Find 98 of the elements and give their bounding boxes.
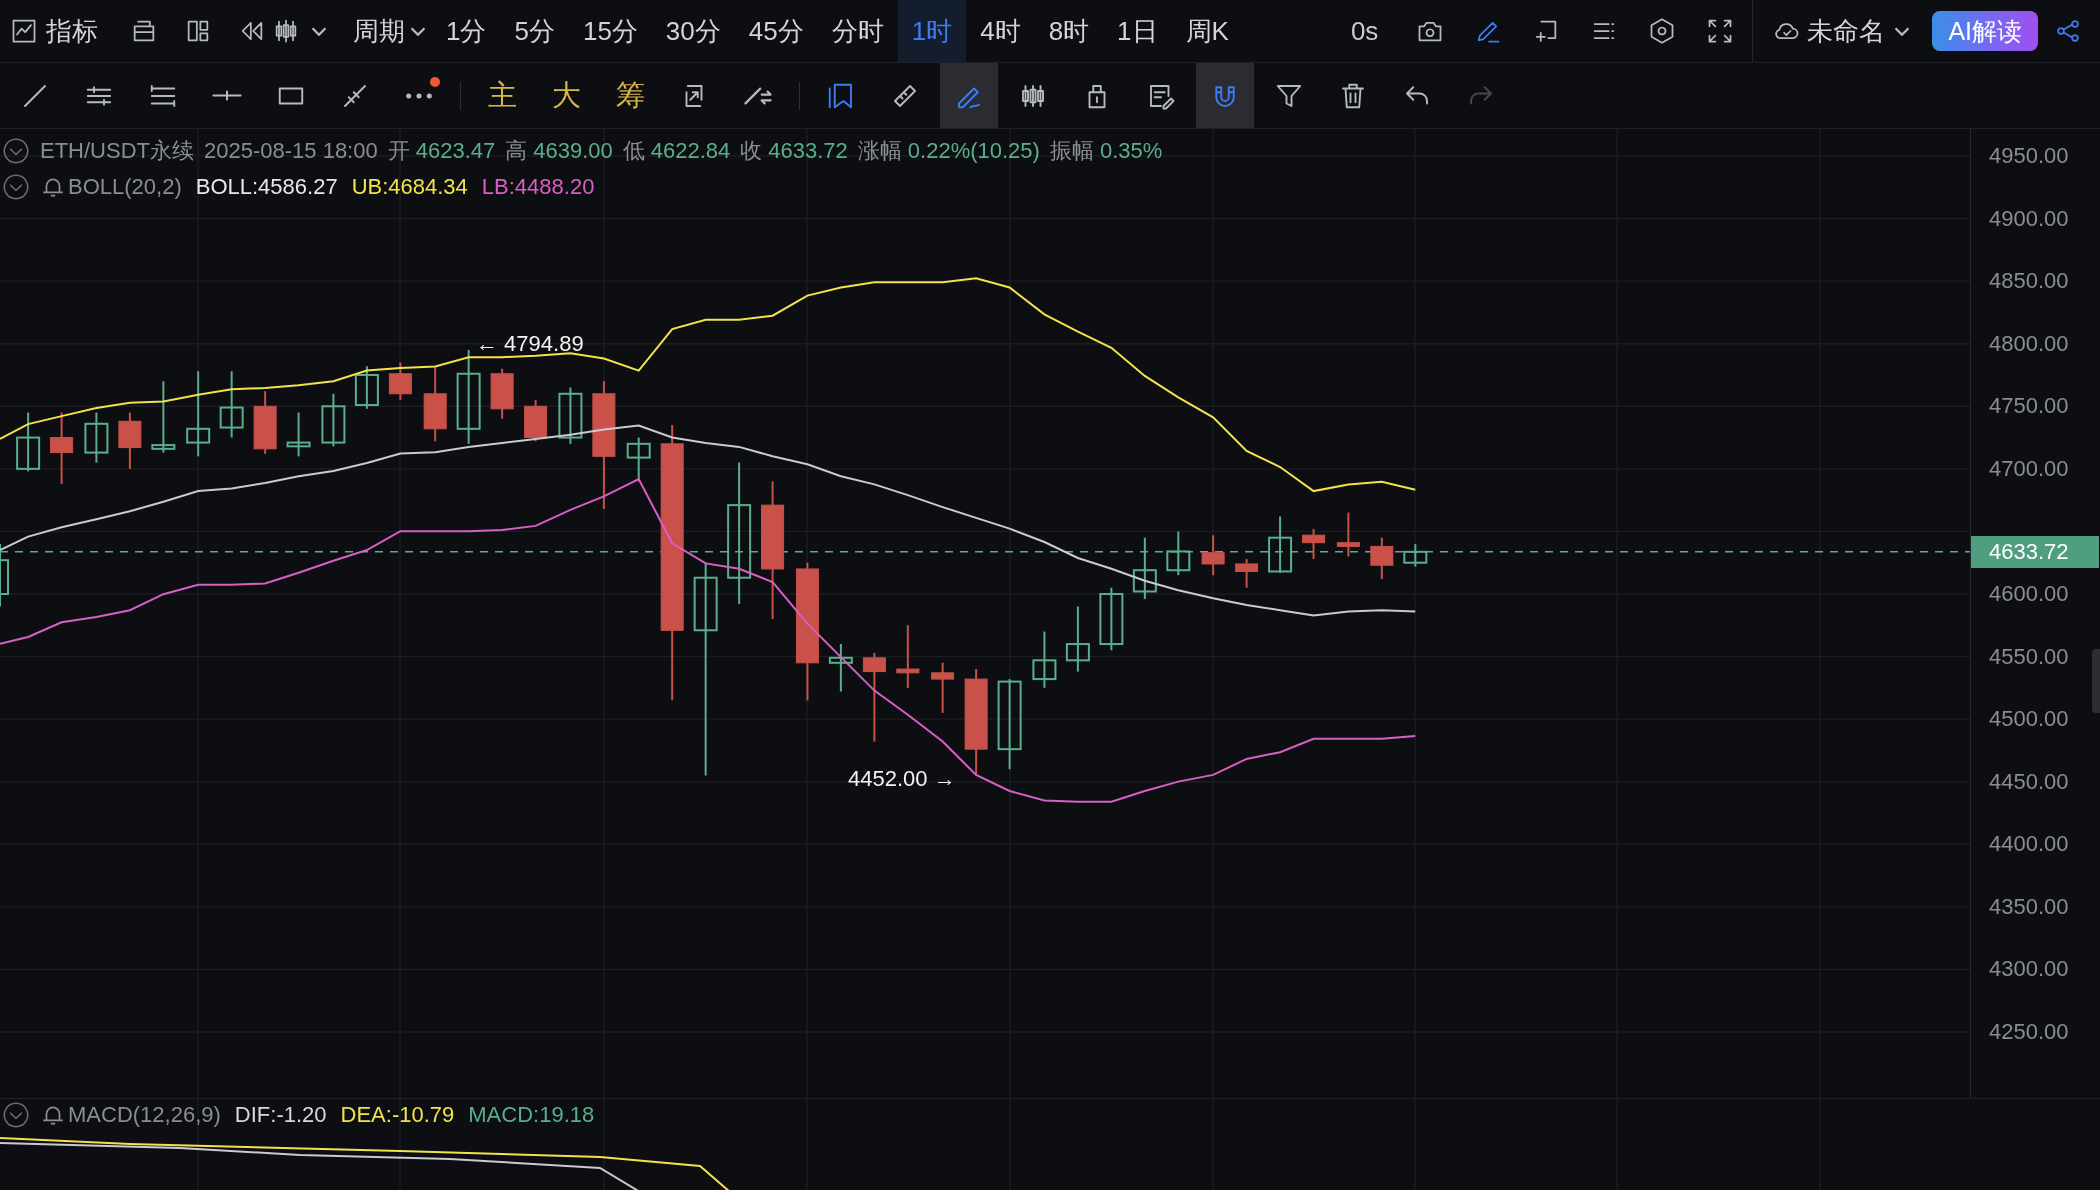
low-price-label: 4452.00 → xyxy=(848,766,956,791)
price-axis-label: 4400.00 xyxy=(1989,832,2069,857)
field-label: 涨幅 xyxy=(857,137,902,165)
candlestick xyxy=(896,624,920,689)
field-value: 0.35% xyxy=(1099,138,1163,164)
candlestick xyxy=(1065,605,1090,673)
side-panel-handle[interactable] xyxy=(2092,649,2100,713)
layout-name-dropdown[interactable]: 未命名 xyxy=(1767,9,1917,53)
candlestick xyxy=(1336,511,1360,558)
price-axis-label: 4250.00 xyxy=(1989,1019,2069,1044)
period-tab[interactable]: 1分 xyxy=(432,0,501,62)
indicator-value: BOLL:4586.27 xyxy=(195,174,338,200)
indicator-name: MACD(12,26,9) xyxy=(68,1102,221,1128)
indicator-button[interactable]: 指标 xyxy=(4,9,104,53)
period-tab[interactable]: 分时 xyxy=(817,0,898,62)
overlay-toggle[interactable]: 筹 xyxy=(601,63,659,128)
share-icon[interactable] xyxy=(2054,17,2082,45)
price-axis-label: 4850.00 xyxy=(1989,269,2069,294)
price-axis-label: 4900.00 xyxy=(1989,206,2069,231)
candle-time: 2025-08-15 18:00 xyxy=(204,138,378,164)
candlestick xyxy=(558,386,583,445)
candlestick xyxy=(388,361,412,401)
field-label: 低 xyxy=(622,137,645,165)
caret-icon xyxy=(1894,26,1911,36)
candlestick xyxy=(253,390,277,455)
candlestick xyxy=(354,365,379,410)
price-axis-label: 4700.00 xyxy=(1989,456,2069,481)
price-axis-label: 4750.00 xyxy=(1989,394,2069,419)
price-axis-label: 4800.00 xyxy=(1989,331,2069,356)
period-tab[interactable]: 45分 xyxy=(734,0,818,62)
field-label: 收 xyxy=(740,137,763,165)
indicator-value: DEA:-10.79 xyxy=(340,1102,455,1128)
period-tab[interactable]: 5分 xyxy=(500,0,569,62)
candlestick xyxy=(286,411,311,458)
collapse-icon[interactable] xyxy=(2,173,30,201)
candlestick xyxy=(16,411,41,473)
candlestick xyxy=(1166,530,1191,577)
line-chart-icon xyxy=(10,17,38,45)
candlestick xyxy=(1032,630,1057,689)
collapse-icon[interactable] xyxy=(2,1101,30,1129)
field-value: 4622.84 xyxy=(650,138,731,164)
period-tab[interactable]: 8时 xyxy=(1034,0,1104,62)
candlestick xyxy=(524,399,548,443)
overlay-toggle[interactable]: 主 xyxy=(473,63,531,128)
period-tab[interactable]: 30分 xyxy=(651,0,735,62)
candlestick xyxy=(1235,557,1259,589)
candlestick xyxy=(1403,542,1428,568)
period-tab[interactable]: 周K xyxy=(1171,0,1243,62)
price-axis-label: 4350.00 xyxy=(1989,894,2069,919)
candlestick xyxy=(931,661,955,714)
countdown-timer: 0s xyxy=(1350,15,1379,47)
field-label: 开 xyxy=(387,137,410,165)
candlestick xyxy=(1302,527,1326,560)
ai-analysis-button[interactable]: AI解读 xyxy=(1932,11,2038,51)
candlestick xyxy=(321,392,346,448)
field-value: 4623.47 xyxy=(415,138,496,164)
field-label: 高 xyxy=(505,137,528,165)
indicator-value: UB:4684.34 xyxy=(351,174,468,200)
price-axis-label: 4500.00 xyxy=(1989,707,2069,732)
field-label: 振幅 xyxy=(1049,137,1094,165)
candlestick xyxy=(118,411,142,470)
candlestick xyxy=(1132,536,1157,600)
price-axis-label: 4550.00 xyxy=(1989,644,2069,669)
candlestick xyxy=(1099,586,1124,652)
swap-line-icon xyxy=(744,86,772,105)
period-tab[interactable]: 1时 xyxy=(897,0,967,62)
period-dropdown[interactable]: 周期 xyxy=(347,9,432,53)
overlay-toggle[interactable]: 大 xyxy=(537,63,595,128)
candlestick xyxy=(219,370,244,439)
caret-icon xyxy=(311,26,327,36)
price-axis-label: 4950.00 xyxy=(1989,144,2069,168)
candlestick xyxy=(1268,515,1293,574)
period-tab[interactable]: 15分 xyxy=(568,0,652,62)
more-icon xyxy=(405,91,433,100)
price-axis-label: 4600.00 xyxy=(1989,582,2069,606)
candlestick xyxy=(828,643,853,693)
candlestick xyxy=(84,411,109,464)
price-axis-label: 4450.00 xyxy=(1989,769,2069,794)
collapse-icon[interactable] xyxy=(2,137,30,165)
indicator-value: LB:4488.20 xyxy=(481,174,595,200)
symbol-name: ETH/USDT永续 xyxy=(40,137,194,165)
caret-icon xyxy=(410,26,426,36)
candlestick xyxy=(1370,536,1394,580)
indicator-value: MACD:19.18 xyxy=(468,1102,595,1128)
field-value: 4633.72 xyxy=(768,138,848,164)
horizontal-ray-icon xyxy=(212,90,242,101)
candlestick xyxy=(1201,534,1225,577)
price-axis-label: 4300.00 xyxy=(1989,957,2069,982)
last-price-tag: 4633.72 xyxy=(1971,535,2099,568)
indicator-value: DIF:-1.20 xyxy=(234,1102,327,1128)
candlestick xyxy=(490,367,514,420)
field-value: 0.22%(10.25) xyxy=(907,138,1040,164)
period-tab[interactable]: 1日 xyxy=(1103,0,1172,62)
field-value: 4639.00 xyxy=(533,138,613,164)
high-price-label: ← 4794.89 xyxy=(476,331,584,356)
candlestick xyxy=(0,542,9,608)
period-tab[interactable]: 4时 xyxy=(966,0,1035,62)
indicator-name: BOLL(20,2) xyxy=(68,174,182,200)
